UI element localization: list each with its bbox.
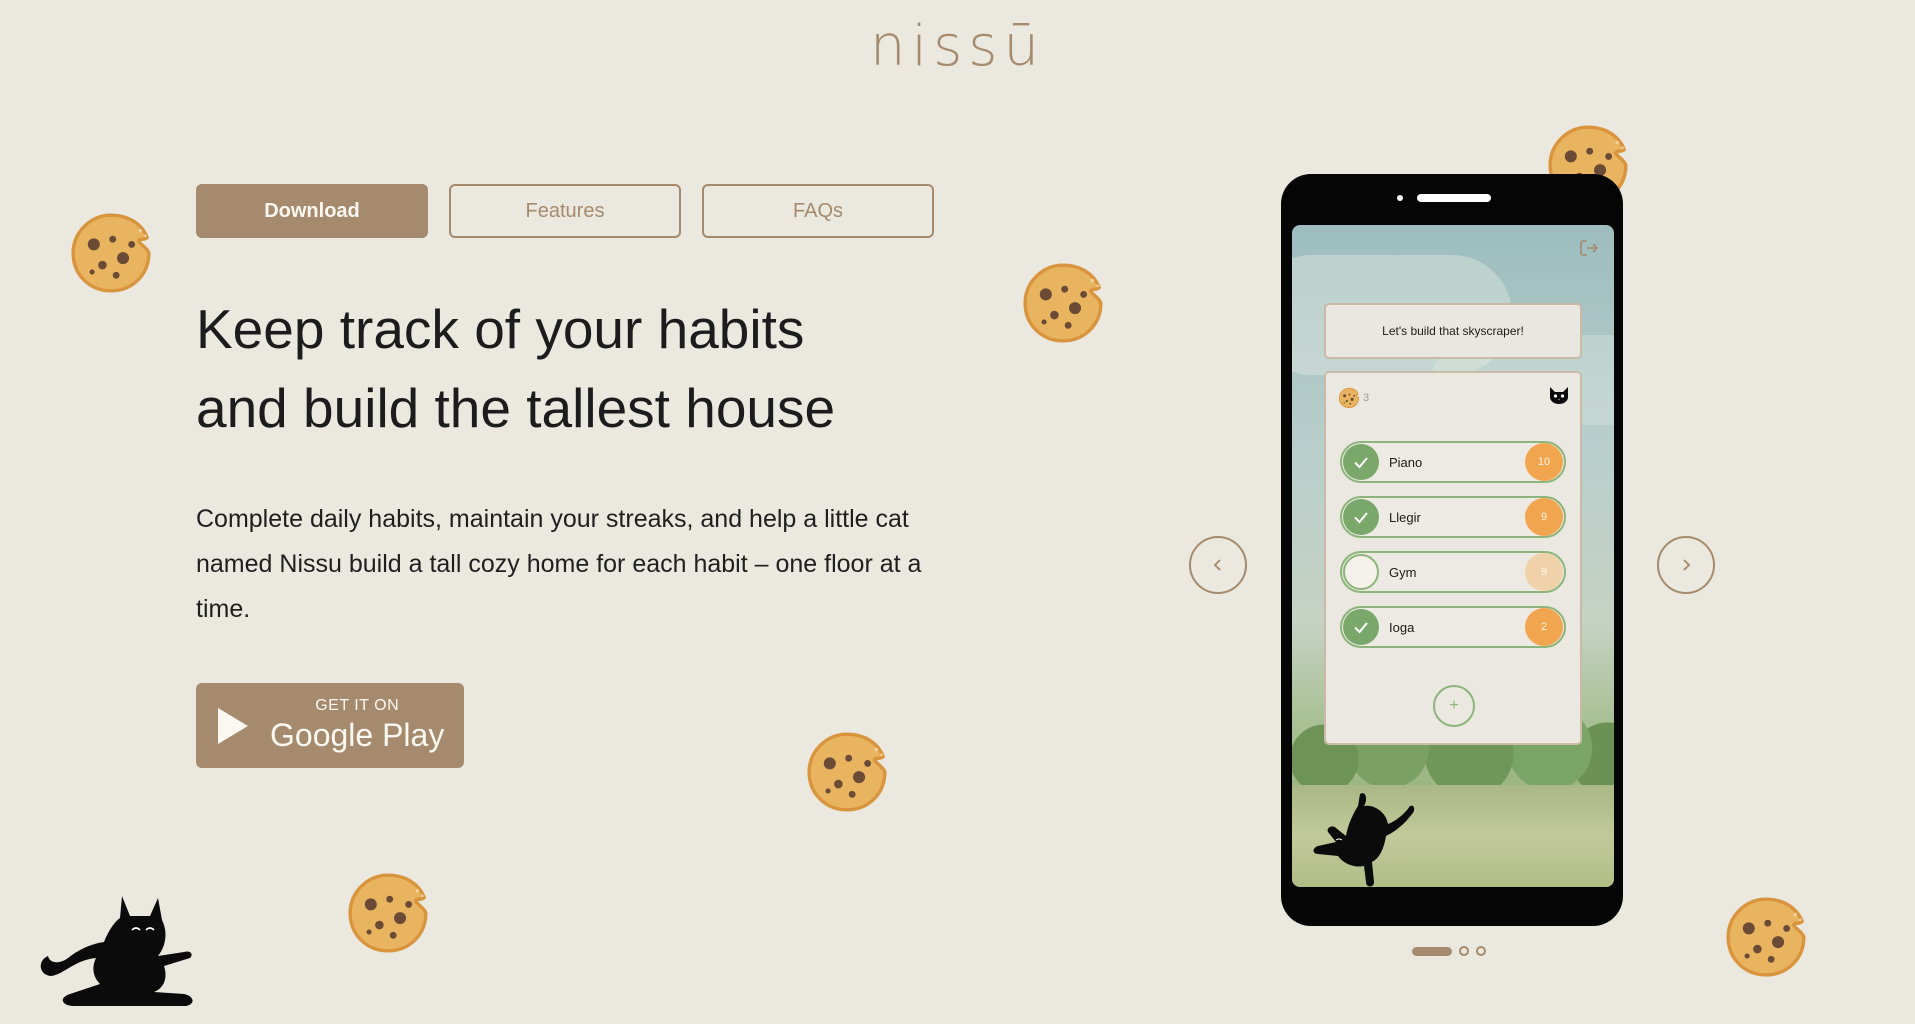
nav-download-button[interactable]: Download — [196, 184, 428, 238]
google-play-button[interactable]: GET IT ON Google Play — [196, 683, 464, 768]
phone-camera — [1397, 195, 1403, 201]
cookie-icon — [1338, 387, 1360, 409]
cat-avatar-icon[interactable] — [1548, 385, 1570, 405]
hero-description: Complete daily habits, maintain your str… — [196, 505, 922, 623]
logout-icon[interactable] — [1578, 237, 1600, 259]
app-banner: Let's build that skyscraper! — [1324, 303, 1582, 359]
phone-speaker — [1417, 194, 1491, 202]
headline-line-2: and build the tallest house — [196, 377, 836, 439]
habit-streak-badge: 9 — [1525, 498, 1563, 536]
habit-row-piano[interactable]: Piano 10 — [1340, 441, 1566, 483]
cookie-icon — [345, 870, 431, 956]
cookie-icon — [804, 729, 890, 815]
carousel-prev-button[interactable] — [1189, 536, 1247, 594]
habit-row-llegir[interactable]: Llegir 9 — [1340, 496, 1566, 538]
habit-name: Ioga — [1389, 619, 1415, 635]
habits-card: 3 Piano 10 Llegir 9 Gym 9 Ioga 2 + — [1324, 371, 1582, 745]
headline-line-1: Keep track of your habits — [196, 298, 805, 360]
habit-checkbox[interactable] — [1343, 499, 1379, 535]
google-play-big-text: Google Play — [270, 717, 445, 753]
cookie-icon — [1723, 894, 1809, 980]
habit-row-gym[interactable]: Gym 9 — [1340, 551, 1566, 593]
carousel-dot-1[interactable] — [1412, 946, 1452, 956]
check-icon — [1354, 512, 1368, 524]
add-habit-button[interactable]: + — [1433, 685, 1475, 727]
phone-mockup: Let's build that skyscraper! 3 Piano 10 … — [1281, 174, 1623, 926]
app-screen: Let's build that skyscraper! 3 Piano 10 … — [1292, 225, 1614, 887]
cookie-counter: 3 — [1338, 387, 1369, 409]
habit-row-ioga[interactable]: Ioga 2 — [1340, 606, 1566, 648]
cookie-icon — [1020, 260, 1106, 346]
chevron-left-icon — [1213, 559, 1221, 571]
check-icon — [1354, 622, 1368, 634]
brand-logo[interactable]: nissū — [0, 14, 1915, 79]
habit-name: Gym — [1389, 564, 1417, 580]
cookie-count: 3 — [1363, 392, 1370, 404]
carousel-dot-2[interactable] — [1459, 946, 1469, 956]
chevron-right-icon — [1683, 559, 1691, 571]
habit-checkbox[interactable] — [1343, 609, 1379, 645]
habit-name: Llegir — [1389, 509, 1421, 525]
google-play-small-text: GET IT ON — [315, 697, 400, 714]
carousel-indicator — [1412, 946, 1486, 956]
habit-name: Piano — [1389, 454, 1423, 470]
cookie-icon — [68, 210, 154, 296]
nav-bar: Download Features FAQs — [196, 184, 934, 238]
google-play-label: GET IT ON Google Play — [270, 697, 444, 754]
habit-streak-badge: 9 — [1525, 553, 1563, 591]
habit-streak-badge: 10 — [1525, 443, 1563, 481]
carousel-dot-3[interactable] — [1476, 946, 1486, 956]
carousel-next-button[interactable] — [1657, 536, 1715, 594]
cat-icon — [40, 896, 193, 1006]
nav-faqs-button[interactable]: FAQs — [702, 184, 934, 238]
habit-streak-badge: 2 — [1525, 608, 1563, 646]
habit-checkbox[interactable] — [1343, 444, 1379, 480]
play-icon — [218, 707, 248, 744]
check-icon — [1354, 457, 1368, 469]
cat-icon — [1313, 793, 1415, 887]
hero-headline: Keep track of your habits and build the … — [196, 290, 956, 448]
nav-features-button[interactable]: Features — [449, 184, 681, 238]
landing-page: nissū Download Features FAQs Keep track … — [0, 0, 1915, 1024]
habit-checkbox[interactable] — [1343, 554, 1379, 590]
